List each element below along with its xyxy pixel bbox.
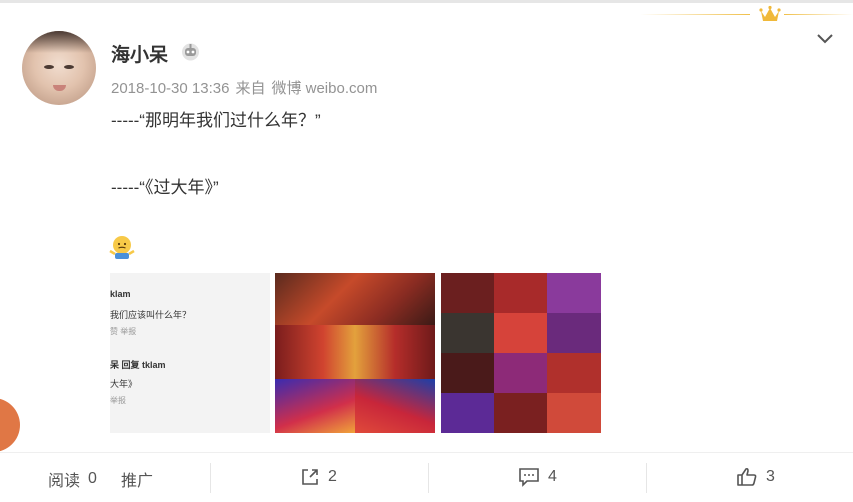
share-count: 2 [328, 468, 337, 485]
post-text-line-1: -----“那明年我们过什么年？” [111, 111, 321, 130]
photo-collage-tile [494, 273, 547, 313]
decoration-line-right [784, 14, 853, 15]
like-button[interactable]: 3 [736, 467, 775, 487]
read-count-value: 0 [88, 470, 97, 487]
photo-collage-tile [547, 393, 601, 433]
photo-collage-tile [441, 313, 494, 353]
photo-collage-tile [441, 393, 494, 433]
comment-count: 4 [548, 468, 557, 485]
image-thumbnail-1[interactable]: klam 我们应该叫什么年？ 赞 举报 呆 回复 tklam 大年》 举报 [110, 273, 270, 433]
comment-button[interactable]: 4 [518, 467, 557, 487]
post-source[interactable]: 微博 weibo.com [271, 80, 377, 97]
photo-collage-tile [547, 273, 601, 313]
decoration-line-left [640, 14, 750, 15]
screenshot-text-2: 我们应该叫什么年？ [110, 310, 192, 320]
comment-icon [519, 468, 539, 487]
action-bar: 阅读 0 推广 2 4 3 [0, 452, 853, 502]
image-thumbnail-3[interactable] [441, 273, 601, 433]
photo-collage-tile [494, 393, 547, 433]
shrug-emoji-icon [109, 236, 135, 259]
read-count: 阅读 0 [48, 467, 97, 491]
post-date[interactable]: 2018-10-30 13:36 [111, 80, 229, 97]
promote-label: 推广 [121, 473, 154, 490]
post-from-label: 来自 [235, 80, 266, 97]
photo-collage-tile [441, 353, 494, 393]
divider [646, 463, 647, 493]
photo-collage-tile [441, 273, 494, 313]
photo-collage-tile [494, 313, 547, 353]
photo-collage-tile [355, 379, 435, 433]
photo-collage-tile [275, 325, 435, 379]
screenshot-text-6: 举报 [110, 396, 126, 405]
avatar-eye-right [64, 65, 74, 69]
share-icon [302, 469, 318, 485]
divider [210, 463, 211, 493]
username[interactable]: 海小呆 [111, 40, 168, 67]
avatar-hair [22, 31, 96, 53]
photo-collage-tile [275, 379, 355, 433]
photo-collage-tile [275, 273, 435, 325]
avatar-mouth [53, 85, 66, 91]
top-border [0, 0, 853, 3]
photo-collage-tile [494, 353, 547, 393]
screenshot-text-5: 大年》 [110, 379, 138, 389]
floating-orange-button[interactable] [0, 398, 20, 452]
crown-icon [759, 5, 781, 21]
avatar-eye-left [44, 65, 54, 69]
screenshot-text-3: 赞 举报 [110, 327, 137, 336]
screenshot-text-4: 呆 回复 tklam [110, 360, 166, 370]
post-meta: 2018-10-30 13:36 来自 微博 weibo.com [111, 77, 383, 98]
photo-collage-tile [547, 353, 601, 393]
promote-button[interactable]: 推广 [121, 467, 153, 491]
like-count: 3 [766, 468, 775, 485]
post-text-line-2: -----“《过大年》” [111, 178, 219, 197]
divider [428, 463, 429, 493]
read-label: 阅读 [48, 473, 81, 490]
photo-collage-tile [547, 313, 601, 353]
like-icon [737, 467, 757, 486]
screenshot-text-1: klam [110, 289, 131, 299]
robot-badge-icon [182, 43, 199, 61]
image-thumbnail-2[interactable] [275, 273, 435, 433]
avatar[interactable] [22, 31, 96, 105]
chevron-down-icon[interactable] [815, 30, 835, 46]
share-button[interactable]: 2 [300, 467, 337, 487]
